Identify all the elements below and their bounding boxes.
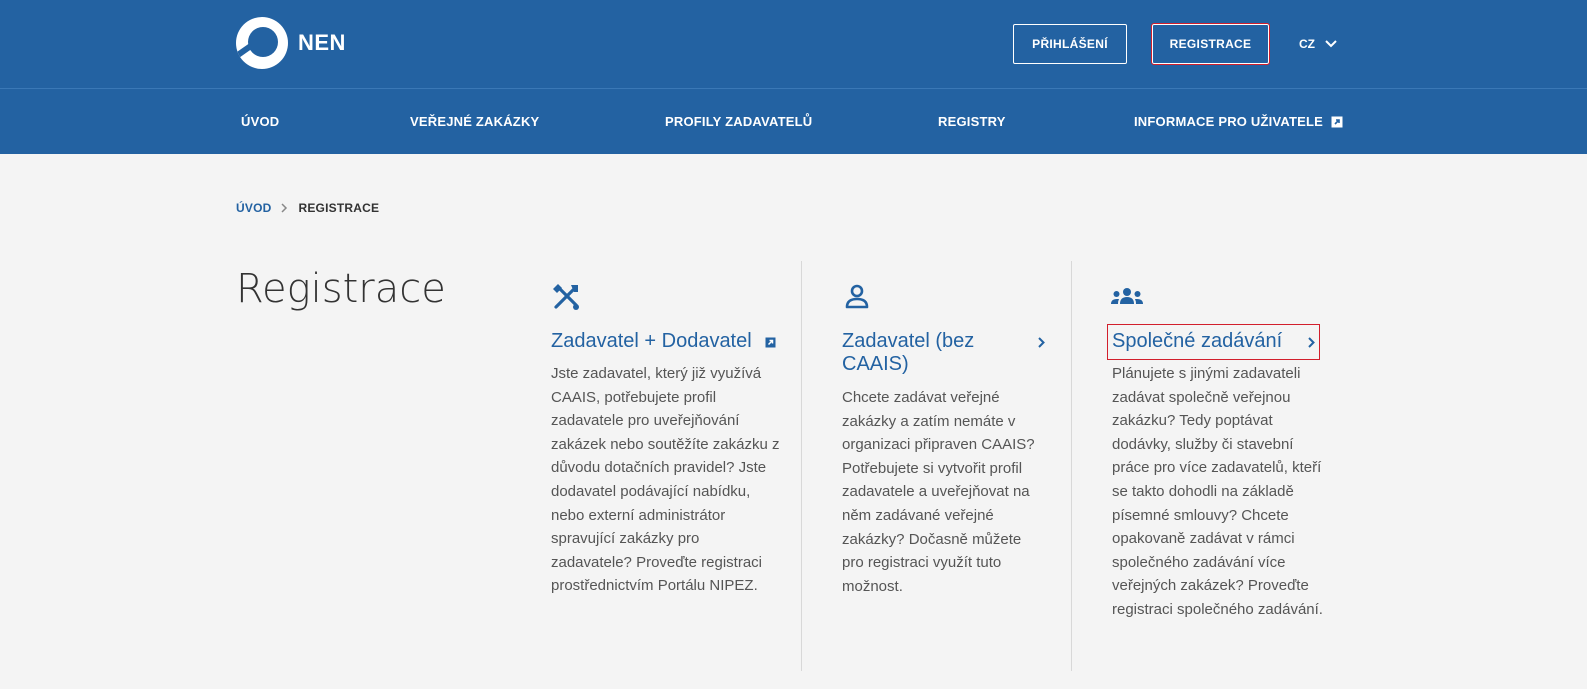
card-description: Jste zadavatel, který již využívá CAAIS,… bbox=[551, 365, 780, 595]
person-icon bbox=[845, 284, 869, 309]
nav-item-label: INFORMACE PRO UŽIVATELE bbox=[1134, 114, 1324, 129]
nav-item-informace-pro-uzivatele[interactable]: INFORMACE PRO UŽIVATELE bbox=[1134, 114, 1343, 129]
nav-item-label: VEŘEJNÉ ZAKÁZKY bbox=[410, 114, 540, 129]
chevron-down-icon bbox=[1325, 40, 1337, 48]
breadcrumb: ÚVOD REGISTRACE bbox=[236, 201, 379, 215]
chevron-right-icon bbox=[281, 203, 288, 213]
breadcrumb-home-link[interactable]: ÚVOD bbox=[236, 201, 271, 215]
card-divider bbox=[1071, 261, 1072, 671]
breadcrumb-current: REGISTRACE bbox=[298, 201, 380, 215]
card-title-link[interactable]: Společné zadávání bbox=[1107, 324, 1320, 360]
main-nav: ÚVOD VEŘEJNÉ ZAKÁZKY PROFILY ZADAVATELŮ … bbox=[0, 88, 1587, 154]
card-title-text: Zadavatel + Dodavatel bbox=[551, 330, 752, 352]
card-title-text: Společné zadávání bbox=[1112, 330, 1283, 352]
language-label: CZ bbox=[1299, 37, 1315, 51]
nav-item-uvod[interactable]: ÚVOD bbox=[241, 114, 279, 129]
nav-item-label: REGISTRY bbox=[938, 114, 1006, 129]
nav-item-registry[interactable]: REGISTRY bbox=[938, 114, 1006, 129]
chevron-right-icon bbox=[1038, 337, 1045, 348]
nav-item-profily-zadavatelu[interactable]: PROFILY ZADAVATELŮ bbox=[665, 114, 812, 129]
page-title: Registrace bbox=[236, 266, 446, 312]
card-description: Chcete zadávat veřejné zakázky a zatím n… bbox=[842, 389, 1035, 595]
header: NEN PŘIHLÁŠENÍ REGISTRACE CZ bbox=[0, 0, 1587, 88]
external-link-icon bbox=[1331, 116, 1343, 127]
card-description: Plánujete s jinými zadavateli zadávat sp… bbox=[1112, 365, 1323, 618]
login-button[interactable]: PŘIHLÁŠENÍ bbox=[1013, 24, 1127, 64]
card-divider bbox=[801, 261, 802, 671]
group-icon bbox=[1111, 288, 1143, 304]
card-title-link[interactable]: Zadavatel (bez CAAIS) bbox=[842, 330, 1045, 376]
nen-logo[interactable]: NEN bbox=[236, 17, 346, 69]
register-button[interactable]: REGISTRACE bbox=[1151, 23, 1270, 65]
language-selector[interactable]: CZ bbox=[1299, 37, 1337, 51]
nav-item-label: PROFILY ZADAVATELŮ bbox=[665, 114, 813, 129]
tools-icon bbox=[553, 284, 579, 310]
external-link-icon bbox=[765, 337, 776, 348]
card-title-text: Zadavatel (bez CAAIS) bbox=[842, 330, 975, 375]
chevron-right-icon bbox=[1308, 337, 1315, 348]
nav-item-label: ÚVOD bbox=[241, 114, 280, 129]
card-title-link[interactable]: Zadavatel + Dodavatel bbox=[551, 330, 776, 353]
nav-item-verejne-zakazky[interactable]: VEŘEJNÉ ZAKÁZKY bbox=[410, 114, 539, 129]
nen-logo-icon bbox=[236, 17, 288, 69]
logo-text: NEN bbox=[298, 30, 346, 55]
